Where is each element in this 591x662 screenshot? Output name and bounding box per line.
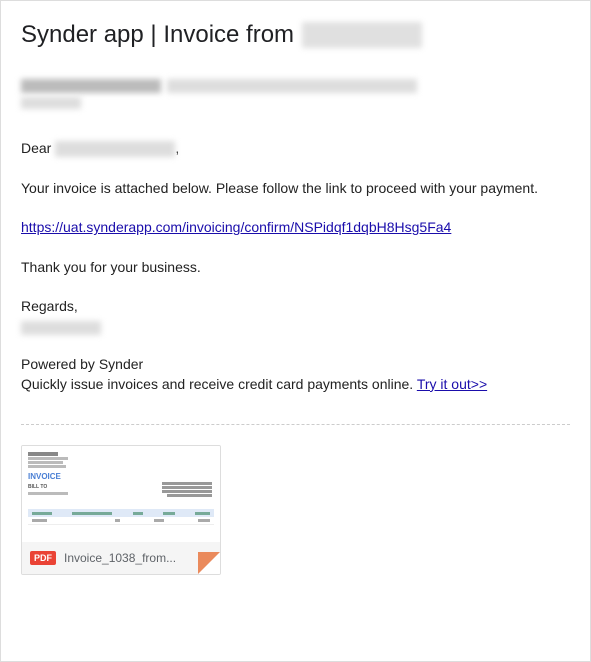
email-title: Synder app | Invoice from xyxy=(21,21,570,49)
preview-meta xyxy=(162,482,212,497)
preview-invoice-label: INVOICE xyxy=(28,472,214,481)
signature-redacted xyxy=(21,321,101,335)
attached-paragraph: Your invoice is attached below. Please f… xyxy=(21,179,570,199)
attachment-filename: Invoice_1038_from... xyxy=(64,551,212,565)
email-meta-line-1 xyxy=(21,79,570,93)
attachment-card[interactable]: INVOICE BILL TO PDF Invoice_1038_from... xyxy=(21,445,221,575)
pdf-icon: PDF xyxy=(30,551,56,565)
preview-header xyxy=(28,452,214,468)
quickly-text: Quickly issue invoices and receive credi… xyxy=(21,376,417,392)
payment-link[interactable]: https://uat.synderapp.com/invoicing/conf… xyxy=(21,219,451,235)
attachments-divider xyxy=(21,424,570,425)
title-prefix: Synder app | Invoice from xyxy=(21,21,294,49)
preview-table-header xyxy=(28,509,214,517)
title-sender-redacted xyxy=(302,22,422,48)
payment-link-line: https://uat.synderapp.com/invoicing/conf… xyxy=(21,218,570,238)
try-it-link[interactable]: Try it out>> xyxy=(417,376,487,392)
fold-corner-icon xyxy=(198,552,220,574)
meta-sender-redacted xyxy=(21,79,161,93)
meta-to-redacted xyxy=(21,97,81,109)
powered-by-text: Powered by Synder xyxy=(21,355,570,375)
meta-email-redacted xyxy=(167,79,417,93)
greeting-line: Dear , xyxy=(21,139,570,159)
regards-text: Regards, xyxy=(21,297,570,317)
attachment-preview: INVOICE BILL TO xyxy=(22,446,220,542)
email-meta-line-2 xyxy=(21,97,570,109)
promo-line: Quickly issue invoices and receive credi… xyxy=(21,375,570,395)
preview-table-row xyxy=(28,517,214,525)
attachment-footer: PDF Invoice_1038_from... xyxy=(22,542,220,574)
recipient-redacted xyxy=(55,141,175,157)
dear-comma: , xyxy=(175,139,179,159)
thank-you-text: Thank you for your business. xyxy=(21,258,570,278)
dear-text: Dear xyxy=(21,139,51,159)
